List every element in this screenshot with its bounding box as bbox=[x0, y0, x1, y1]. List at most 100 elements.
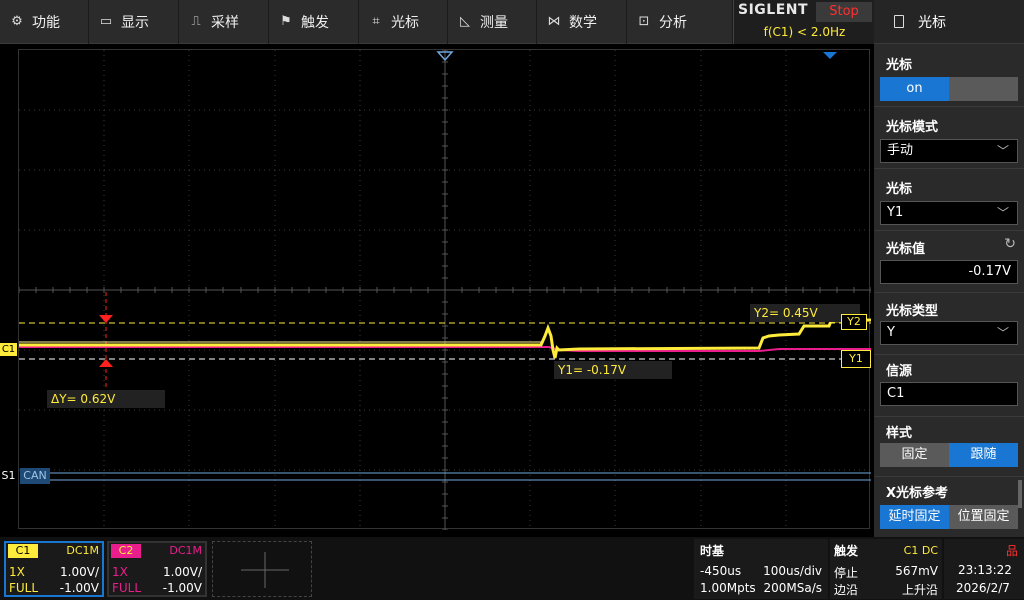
channel-c2-box[interactable]: C2 DC1M 1X 1.00V/ FULL -1.00V bbox=[107, 541, 207, 597]
x-ref-position-option[interactable]: 位置固定 bbox=[949, 505, 1018, 529]
channel-c2-probe: 1X bbox=[112, 565, 128, 579]
channel-c2-coupling: DC1M bbox=[169, 544, 202, 557]
delta-y-readout: ΔY= 0.62V bbox=[47, 390, 165, 408]
menu-acquire-label: 采样 bbox=[211, 15, 239, 31]
trigger-state: 停止 bbox=[834, 566, 859, 580]
style-track-option[interactable]: 跟随 bbox=[949, 443, 1018, 467]
section-x-reference: X光标参考 延时固定 位置固定 bbox=[874, 476, 1024, 537]
sample-rate: 200MSa/s bbox=[763, 581, 822, 595]
channel-c1-box[interactable]: C1 DC1M 1X 1.00V/ FULL -1.00V bbox=[4, 541, 104, 597]
source-select[interactable]: C1 bbox=[880, 382, 1018, 406]
monitor-icon: ▭ bbox=[99, 14, 113, 29]
timebase-delay: -450us bbox=[700, 564, 742, 578]
s1-marker[interactable]: S1 bbox=[0, 469, 17, 483]
menu-math[interactable]: ⋈ 数学 bbox=[537, 0, 627, 44]
channel-c1-tag: C1 bbox=[8, 544, 38, 558]
style-label: 样式 bbox=[886, 426, 913, 441]
menu-acquire[interactable]: ⎍ 采样 bbox=[179, 0, 269, 44]
menu-display[interactable]: ▭ 显示 bbox=[89, 0, 179, 44]
menu-analysis-label: 分析 bbox=[659, 15, 687, 31]
menu-trigger-label: 触发 bbox=[301, 15, 329, 31]
graticule-svg bbox=[19, 50, 871, 530]
cursor-on-option[interactable]: on bbox=[880, 77, 949, 101]
siglent-logo: SIGLENT bbox=[738, 2, 809, 18]
timebase-box[interactable]: 时基 -450us 100us/div 1.00Mpts 200MSa/s bbox=[694, 539, 828, 599]
chevron-down-icon: ﹀ bbox=[996, 326, 1009, 340]
memory-depth: 1.00Mpts bbox=[700, 581, 756, 595]
menu-function[interactable]: ⚙ 功能 bbox=[0, 0, 89, 44]
cursor-type-value: Y bbox=[887, 325, 895, 340]
trigger-box[interactable]: 触发 C1 DC 停止 567mV 边沿 上升沿 bbox=[830, 539, 942, 599]
y1-readout-text: Y1= -0.17V bbox=[558, 363, 627, 377]
add-channel-button[interactable] bbox=[212, 541, 312, 597]
style-toggle[interactable]: 固定 跟随 bbox=[880, 443, 1018, 467]
cursor-enable-label: 光标 bbox=[886, 58, 913, 73]
menu-math-label: 数学 bbox=[569, 15, 597, 31]
cursor-value-text: -0.17V bbox=[968, 264, 1011, 279]
cursor-select-label: 光标 bbox=[886, 182, 913, 197]
menu-analysis[interactable]: ⊡ 分析 bbox=[627, 0, 733, 44]
section-cursor-mode: 光标模式 手动 ﹀ bbox=[874, 106, 1024, 168]
delta-y-arrow-down bbox=[99, 315, 113, 323]
cursor-select-value: Y1 bbox=[887, 205, 904, 220]
measure-icon: ◺ bbox=[460, 14, 470, 29]
clock-time: 23:13:22 bbox=[958, 563, 1012, 577]
gear-icon: ⚙ bbox=[11, 14, 23, 29]
cursor-mode-label: 光标模式 bbox=[886, 120, 939, 135]
timebase-scale: 100us/div bbox=[763, 564, 822, 578]
refresh-icon[interactable]: ↻ bbox=[1004, 236, 1016, 252]
channel-c2-offset: -1.00V bbox=[162, 581, 202, 595]
cursor-enable-toggle[interactable]: on bbox=[880, 77, 1018, 101]
y2-cursor-tag[interactable]: Y2 bbox=[841, 314, 867, 330]
s1-marker-text: S1 bbox=[1, 469, 16, 482]
x-reference-toggle[interactable]: 延时固定 位置固定 bbox=[880, 505, 1018, 529]
section-cursor-enable: 光标 on bbox=[874, 44, 1024, 106]
style-fixed-option[interactable]: 固定 bbox=[880, 443, 949, 467]
trigger-type: 边沿 bbox=[834, 583, 859, 597]
cursor-type-select[interactable]: Y ﹀ bbox=[880, 321, 1018, 345]
channel-c1-offset: -1.00V bbox=[59, 581, 99, 595]
plus-icon bbox=[241, 552, 289, 588]
delta-y-readout-text: ΔY= 0.62V bbox=[51, 392, 116, 406]
menu-cursor[interactable]: ⌗ 光标 bbox=[359, 0, 448, 44]
trigger-slope: 上升沿 bbox=[901, 583, 938, 597]
x-ref-delay-option[interactable]: 延时固定 bbox=[880, 505, 949, 529]
section-cursor-select: 光标 Y1 ﹀ bbox=[874, 168, 1024, 230]
channel-c2-header: C2 DC1M bbox=[109, 543, 205, 559]
document-icon bbox=[894, 15, 904, 28]
delta-y-arrow-up bbox=[99, 359, 113, 367]
cursor-select[interactable]: Y1 ﹀ bbox=[880, 201, 1018, 225]
source-value: C1 bbox=[887, 386, 905, 401]
channel-c1-coupling: DC1M bbox=[66, 544, 99, 557]
cursor-value-label: 光标值 bbox=[886, 242, 926, 257]
top-menu-bar: ⚙ 功能 ▭ 显示 ⎍ 采样 ⚑ 触发 ⌗ 光标 ◺ 测量 ⋈ 数学 ⊡ 分析 … bbox=[0, 0, 874, 44]
section-source: 信源 C1 bbox=[874, 354, 1024, 416]
y1-cursor-tag-text: Y1 bbox=[849, 352, 863, 365]
y1-cursor-tag[interactable]: Y1 bbox=[841, 350, 871, 368]
y2-cursor-tag-text: Y2 bbox=[847, 315, 861, 328]
channel-c1-scale: 1.00V/ bbox=[60, 565, 99, 579]
panel-title: 光标 bbox=[918, 14, 946, 31]
channel-c1-probe: 1X bbox=[9, 565, 25, 579]
menu-measure[interactable]: ◺ 测量 bbox=[448, 0, 537, 44]
scrollbar[interactable] bbox=[1018, 480, 1022, 508]
trigger-source: C1 DC bbox=[903, 544, 938, 557]
cursor-off-option[interactable] bbox=[949, 77, 1018, 101]
x-reference-label: X光标参考 bbox=[886, 486, 949, 501]
can-decode-label: CAN bbox=[20, 468, 50, 484]
network-icon: 品 bbox=[1005, 544, 1018, 558]
section-style: 样式 固定 跟随 bbox=[874, 416, 1024, 476]
c1-offset-marker[interactable]: C1 bbox=[0, 343, 17, 356]
menu-cursor-label: 光标 bbox=[391, 15, 419, 31]
trigger-level: 567mV bbox=[895, 564, 938, 578]
panel-header: 光标 bbox=[874, 0, 1024, 44]
chevron-down-icon: ﹀ bbox=[996, 206, 1009, 220]
cursor-value-input[interactable]: -0.17V bbox=[880, 260, 1018, 284]
y1-readout: Y1= -0.17V bbox=[554, 361, 672, 379]
channel-c2-scale: 1.00V/ bbox=[163, 565, 202, 579]
menu-trigger[interactable]: ⚑ 触发 bbox=[269, 0, 359, 44]
run-stop-indicator[interactable]: Stop bbox=[816, 2, 872, 22]
waveform-display[interactable]: Y2= 0.45V Y1= -0.17V ΔY= 0.62V Y2 Y1 CAN bbox=[18, 49, 871, 530]
cursor-panel: 光标 光标 on 光标模式 手动 ﹀ 光标 Y1 ﹀ 光标值 ↻ -0.17V … bbox=[874, 0, 1024, 537]
cursor-mode-select[interactable]: 手动 ﹀ bbox=[880, 139, 1018, 163]
